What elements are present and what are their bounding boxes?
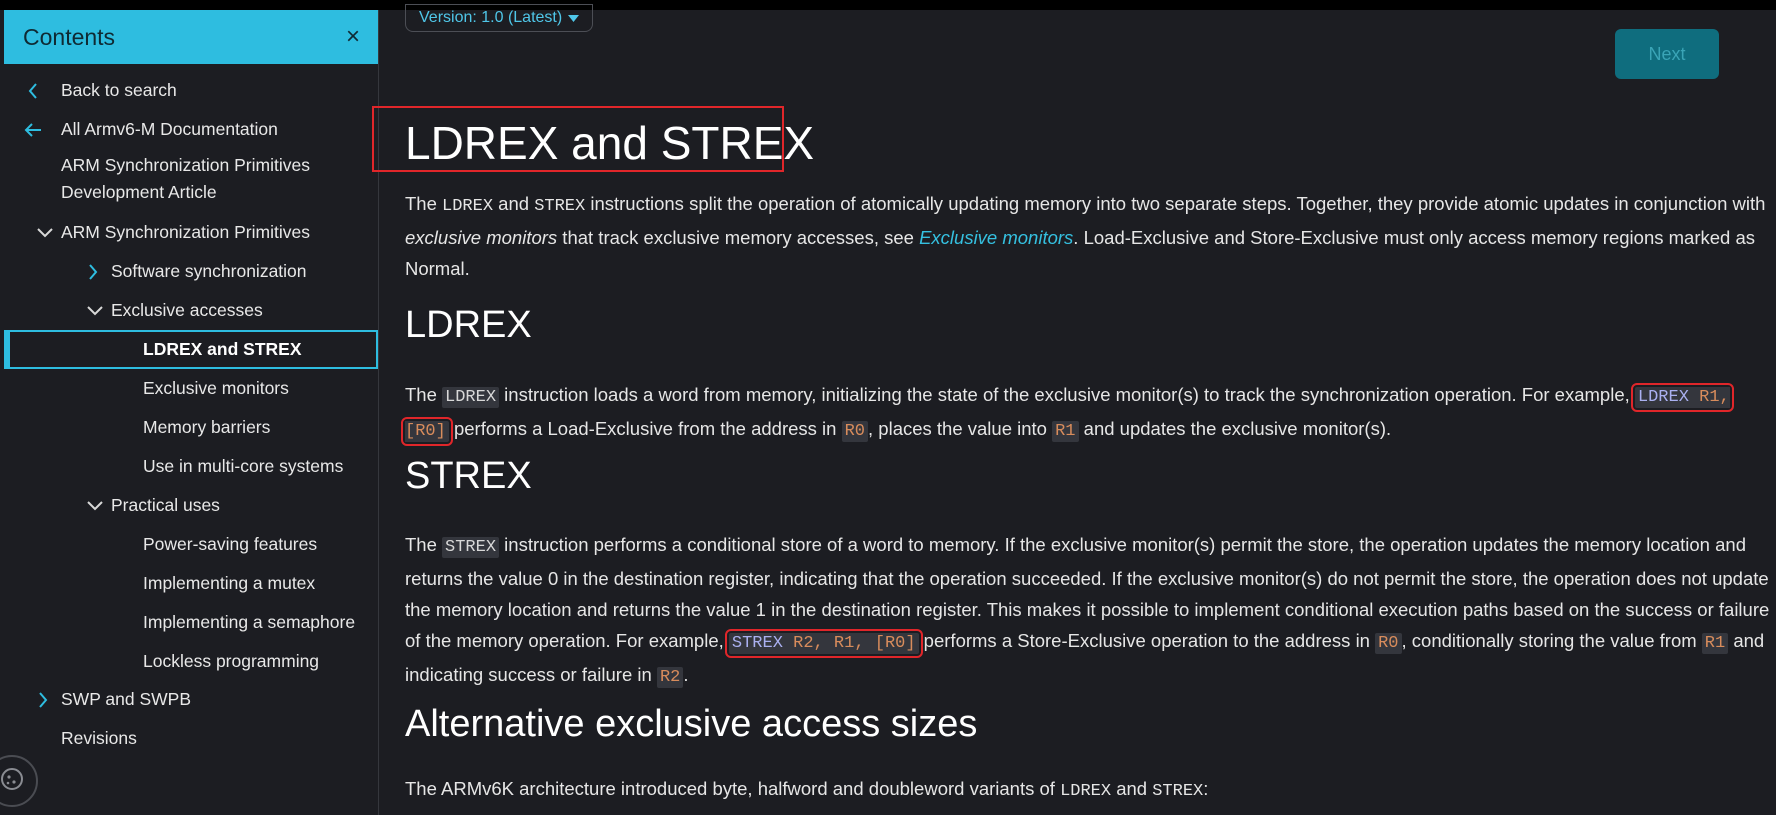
cookie-settings-button[interactable] xyxy=(0,755,38,807)
text: , conditionally storing the value from xyxy=(1401,630,1702,651)
sidebar-item-mutex[interactable]: Implementing a mutex xyxy=(4,564,378,603)
exclusive-monitors-link[interactable]: Exclusive monitors xyxy=(919,227,1073,248)
text: and xyxy=(1111,778,1153,799)
close-icon[interactable]: × xyxy=(346,25,360,49)
text: performs a Load-Exclusive from the addre… xyxy=(448,418,842,439)
text: and xyxy=(493,193,535,214)
main-content: Version: 1.0 (Latest) Next LDREX and STR… xyxy=(372,4,1776,815)
sidebar-item-back-to-search[interactable]: Back to search xyxy=(4,71,378,110)
ldrex-paragraph: The LDREX instruction loads a word from … xyxy=(401,379,1770,447)
sidebar-header: Contents × xyxy=(4,10,378,64)
sidebar-item-practical-uses[interactable]: Practical uses xyxy=(4,486,378,525)
text: The xyxy=(405,193,443,214)
sidebar-item-label: Revisions xyxy=(61,728,137,748)
chevron-right-icon[interactable] xyxy=(33,691,53,708)
register-code: R2 xyxy=(656,667,684,688)
code-keyword: LDREX xyxy=(1637,388,1689,407)
code-keyword: STREX xyxy=(731,634,783,653)
sidebar-item-label: ARM Synchronization Primitives xyxy=(61,222,310,242)
sidebar-item-exclusive-monitors[interactable]: Exclusive monitors xyxy=(4,369,378,408)
sidebar-item-revisions[interactable]: Revisions xyxy=(4,719,378,758)
page-title: LDREX and STREX xyxy=(405,117,815,169)
ldrex-heading: LDREX xyxy=(405,304,532,346)
code-args: R2, R1, [R0] xyxy=(782,634,916,653)
sidebar-item-semaphore[interactable]: Implementing a semaphore xyxy=(4,603,378,642)
sidebar-item-label: Implementing a mutex xyxy=(143,573,316,593)
sidebar-item-label: Software synchronization xyxy=(111,261,307,281)
sidebar-item-label: Use in multi-core systems xyxy=(143,456,344,476)
sidebar-item-label: Memory barriers xyxy=(143,417,271,437)
emphasis-text: exclusive monitors xyxy=(405,227,558,248)
sidebar-item-label: Implementing a semaphore xyxy=(143,612,356,632)
sidebar-item-label: SWP and SWPB xyxy=(61,689,192,709)
sidebar-item-label: Exclusive monitors xyxy=(143,378,289,398)
text: performs a Store-Exclusive operation to … xyxy=(918,630,1376,651)
alt-sizes-paragraph: The ARMv6K architecture introduced byte,… xyxy=(405,773,1770,807)
version-selector[interactable]: Version: 1.0 (Latest) xyxy=(405,4,594,32)
sidebar-item-label: All Armv6-M Documentation xyxy=(61,119,278,139)
sidebar-item-label: LDREX and STREX xyxy=(143,339,302,359)
sidebar-item-label: Lockless programming xyxy=(143,651,320,671)
intro-paragraph: The LDREX and STREX instructions split t… xyxy=(405,188,1770,284)
chevron-right-icon[interactable] xyxy=(83,263,103,280)
sidebar-toc: Contents × Back to search All Armv6-M Do… xyxy=(0,10,379,815)
text: that track exclusive memory accesses, se… xyxy=(557,227,920,248)
sidebar-item-label: Exclusive accesses xyxy=(111,300,263,320)
chevron-down-icon[interactable] xyxy=(35,227,55,238)
sidebar-item-memory-barriers[interactable]: Memory barriers xyxy=(4,408,378,447)
strex-heading: STREX xyxy=(405,455,532,497)
inline-code: LDREX xyxy=(1060,782,1112,801)
sidebar-item-power-saving[interactable]: Power-saving features xyxy=(4,525,378,564)
text: : xyxy=(1203,778,1209,799)
text: instructions split the operation of atom… xyxy=(585,193,1766,214)
inline-code: LDREX xyxy=(442,197,494,216)
chevron-left-icon xyxy=(23,82,43,99)
text: and updates the exclusive monitor(s). xyxy=(1078,418,1392,439)
inline-code: STREX xyxy=(1152,782,1204,801)
strex-example-code: STREX R2, R1, [R0] xyxy=(724,629,923,658)
caret-down-icon xyxy=(568,9,580,27)
sidebar-item-label: ARM Synchronization Primitives Developme… xyxy=(61,155,310,202)
app: Contents × Back to search All Armv6-M Do… xyxy=(0,4,1776,815)
strex-paragraph: The STREX instruction performs a conditi… xyxy=(405,529,1770,693)
register-code: R0 xyxy=(841,421,869,442)
register-code: R1 xyxy=(1701,633,1729,654)
inline-code: LDREX xyxy=(442,387,500,408)
sidebar-item-ldrex-strex[interactable]: LDREX and STREX xyxy=(4,330,378,369)
sidebar-item-multi-core[interactable]: Use in multi-core systems xyxy=(4,447,378,486)
sidebar-item-software-sync[interactable]: Software synchronization xyxy=(4,252,378,291)
cookie-icon xyxy=(0,766,25,797)
sidebar-item-label: Power-saving features xyxy=(143,534,318,554)
text: instruction loads a word from memory, in… xyxy=(499,384,1635,405)
chevron-down-icon[interactable] xyxy=(85,305,105,316)
sidebar-item-exclusive-accesses[interactable]: Exclusive accesses xyxy=(4,291,378,330)
next-button[interactable]: Next xyxy=(1615,29,1719,79)
text: , places the value into xyxy=(868,418,1053,439)
sidebar-item-label: Practical uses xyxy=(111,495,220,515)
sidebar-item-label: Back to search xyxy=(61,80,177,100)
inline-code: STREX xyxy=(534,197,586,216)
sidebar-item-swp-swpb[interactable]: SWP and SWPB xyxy=(4,680,378,719)
sidebar-item-development-article[interactable]: ARM Synchronization Primitives Developme… xyxy=(4,152,378,208)
inline-code: STREX xyxy=(442,537,500,558)
sidebar-item-lockless[interactable]: Lockless programming xyxy=(4,642,378,681)
arrow-left-icon xyxy=(23,122,43,137)
register-code: R0 xyxy=(1375,633,1402,654)
register-code: R1 xyxy=(1052,421,1079,442)
text: The xyxy=(405,534,443,555)
alt-sizes-heading: Alternative exclusive access sizes xyxy=(405,703,978,745)
text: . xyxy=(683,664,689,685)
sidebar-item-all-armv6m-docs[interactable]: All Armv6-M Documentation xyxy=(4,110,378,149)
chevron-down-icon[interactable] xyxy=(85,500,105,511)
text: The ARMv6K architecture introduced byte,… xyxy=(405,778,1061,799)
sidebar-item-arm-sync-primitives[interactable]: ARM Synchronization Primitives xyxy=(4,213,378,252)
sidebar-title: Contents xyxy=(23,23,116,50)
version-label: Version: 1.0 (Latest) xyxy=(419,9,563,26)
text: The xyxy=(405,384,443,405)
